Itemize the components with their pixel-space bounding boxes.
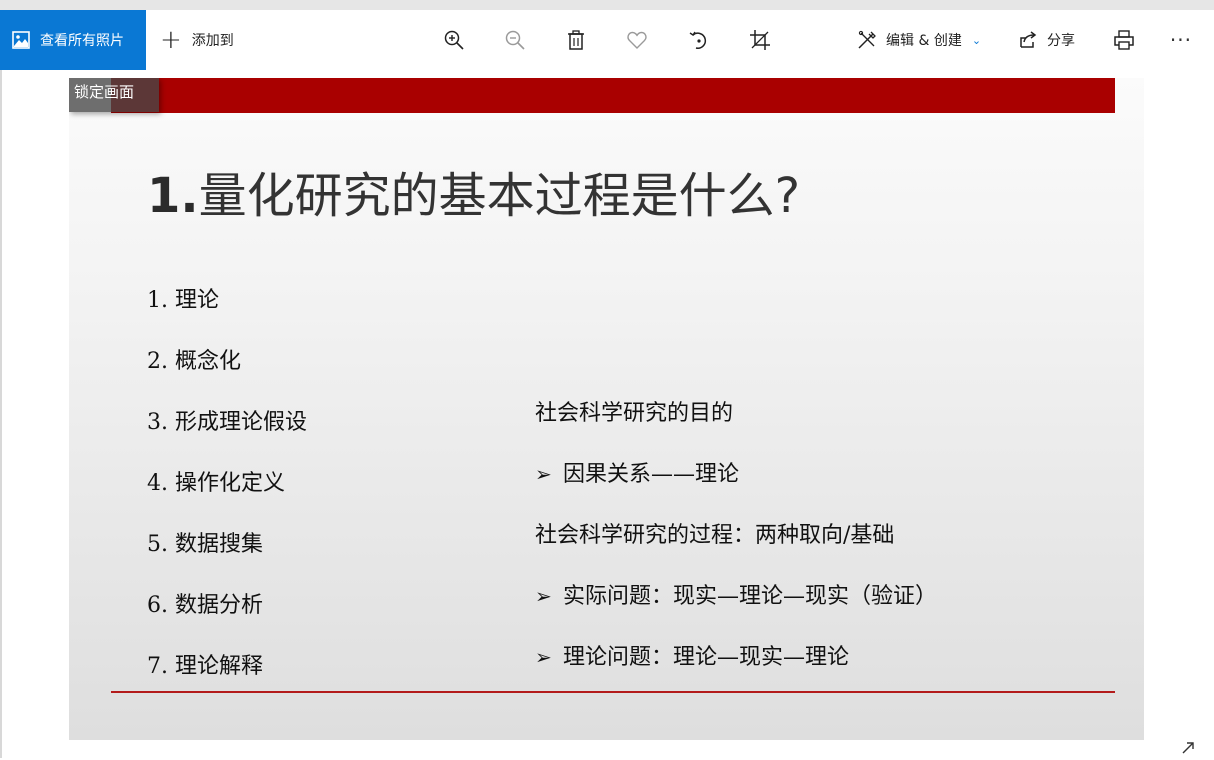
- rotate-button[interactable]: [685, 26, 713, 54]
- slide-title-text: 量化研究的基本过程是什么?: [198, 168, 801, 224]
- zoom-out-button[interactable]: [501, 26, 529, 54]
- crop-icon: [750, 30, 770, 50]
- share-label: 分享: [1047, 33, 1075, 49]
- slide-title-number: 1.: [147, 168, 199, 224]
- add-to-label: 添加到: [191, 33, 234, 49]
- process-steps-list: 1. 理论 2. 概念化 3. 形成理论假设 4. 操作化定义 5. 数据搜集 …: [147, 282, 307, 709]
- photos-icon: [12, 31, 30, 49]
- window-left-border: [0, 70, 2, 758]
- print-icon: [1114, 30, 1134, 50]
- presentation-slide-image: 锁定画面 1.量化研究的基本过程是什么? 1. 理论 2. 概念化 3. 形成理…: [69, 78, 1144, 740]
- photo-app-toolbar: 查看所有照片 + 添加到 编辑 & 创建 ⌄ 分享 ···: [0, 10, 1214, 70]
- list-item: 4. 操作化定义: [147, 471, 285, 496]
- zoom-in-button[interactable]: [440, 26, 468, 54]
- slide-footer-line: [111, 691, 1115, 693]
- window-top-border: [0, 0, 1214, 10]
- plus-icon: +: [160, 25, 182, 55]
- zoom-in-icon: [444, 30, 464, 50]
- list-item: 5. 数据搜集: [147, 532, 263, 557]
- arrow-bullet-icon: ➢: [535, 584, 552, 608]
- note-line: ➢ 实际问题：现实—理论—现实（验证）: [535, 578, 937, 639]
- delete-button[interactable]: [562, 26, 590, 54]
- list-item: 3. 形成理论假设: [147, 410, 307, 435]
- note-text: 因果关系——理论: [563, 462, 740, 487]
- edit-create-label: 编辑 & 创建: [886, 33, 962, 49]
- list-item: 1. 理论: [147, 288, 219, 313]
- edit-create-button[interactable]: 编辑 & 创建 ⌄: [857, 10, 981, 70]
- slide-header-bar: [111, 78, 1115, 113]
- crop-button[interactable]: [746, 26, 774, 54]
- arrow-bullet-icon: ➢: [535, 645, 552, 669]
- share-icon: [1020, 31, 1037, 48]
- note-text: 社会科学研究的过程：两种取向/基础: [535, 523, 895, 548]
- more-options-button[interactable]: ···: [1170, 10, 1192, 70]
- note-line: 社会科学研究的目的: [535, 395, 937, 456]
- share-button[interactable]: 分享: [1018, 10, 1075, 70]
- view-all-photos-button[interactable]: 查看所有照片: [0, 10, 146, 70]
- view-all-photos-label: 查看所有照片: [40, 33, 124, 49]
- note-line: ➢ 因果关系——理论: [535, 456, 937, 517]
- expand-button[interactable]: [1180, 740, 1196, 756]
- note-text: 实际问题：现实—理论—现实（验证）: [563, 584, 938, 609]
- research-notes: 社会科学研究的目的 ➢ 因果关系——理论 社会科学研究的过程：两种取向/基础 ➢ 实…: [535, 395, 937, 700]
- heart-icon: [627, 31, 647, 49]
- list-item: 2. 概念化: [147, 349, 241, 374]
- note-text: 社会科学研究的目的: [535, 401, 734, 426]
- edit-create-icon: [858, 30, 876, 49]
- more-icon: ···: [1169, 28, 1192, 52]
- list-item: 6. 数据分析: [147, 593, 263, 618]
- expand-icon: [1182, 742, 1194, 754]
- arrow-bullet-icon: ➢: [535, 462, 552, 486]
- trash-icon: [568, 30, 584, 50]
- print-button[interactable]: [1110, 26, 1138, 54]
- note-text: 理论问题：理论—现实—理论: [563, 645, 850, 670]
- lock-screen-overlay[interactable]: 锁定画面: [69, 78, 159, 112]
- note-line: 社会科学研究的过程：两种取向/基础: [535, 517, 937, 578]
- list-item: 7. 理论解释: [147, 654, 263, 679]
- slide-title: 1.量化研究的基本过程是什么?: [147, 156, 800, 226]
- lock-screen-label: 锁定画面: [74, 83, 135, 101]
- rotate-icon: [689, 31, 707, 49]
- add-to-button[interactable]: + 添加到: [160, 10, 234, 70]
- chevron-down-icon: ⌄: [971, 33, 982, 47]
- favorite-button[interactable]: [623, 26, 651, 54]
- zoom-out-icon: [505, 30, 525, 50]
